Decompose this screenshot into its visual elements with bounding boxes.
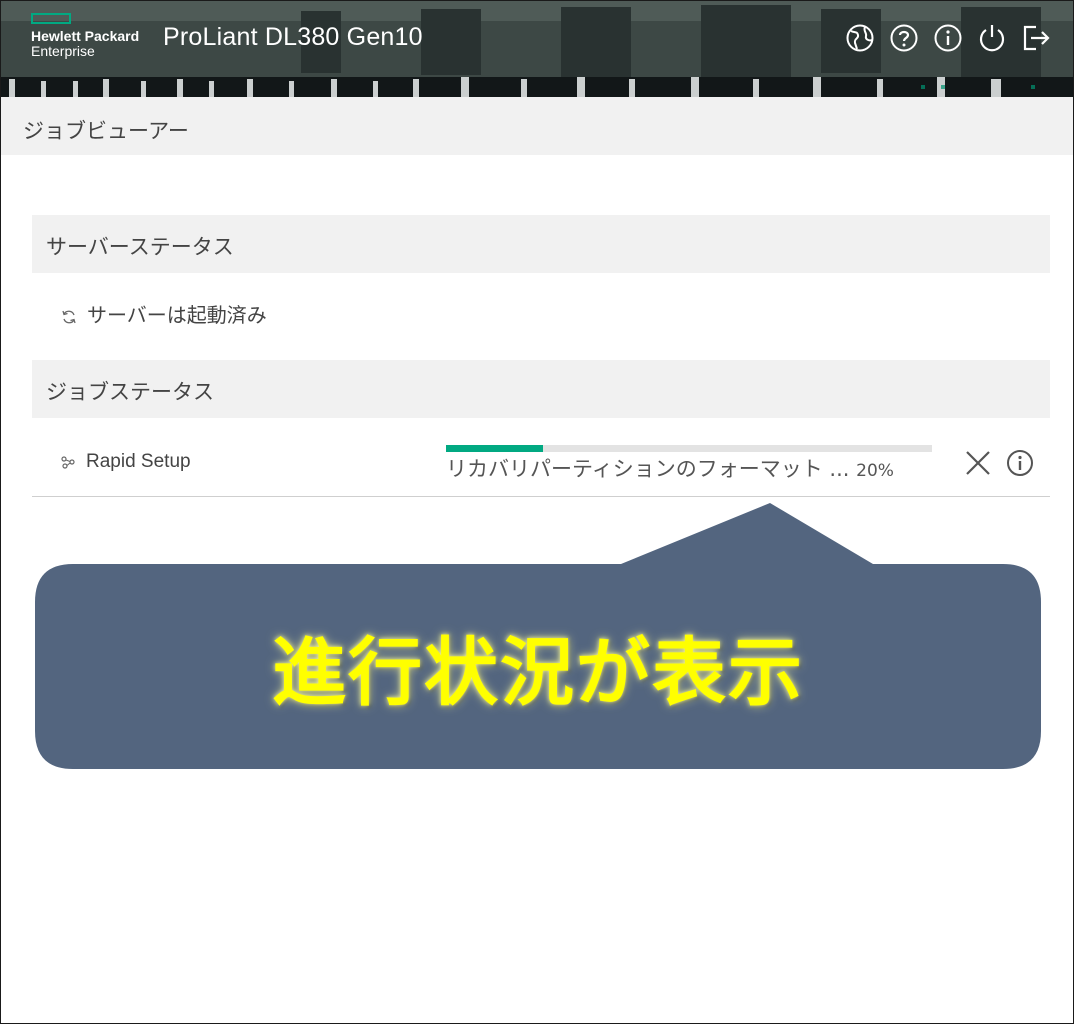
info-icon[interactable] (933, 23, 963, 53)
hpe-logo: Hewlett Packard Enterprise (31, 13, 139, 59)
brand-name-line1: Hewlett Packard (31, 28, 140, 44)
page-title-bar: ジョブビューアー (1, 97, 1073, 155)
job-row: Rapid Setup リカバリパーティションのフォーマット ... 20% (32, 431, 1050, 497)
nodes-icon (61, 456, 75, 469)
header-toolbar (845, 23, 1051, 53)
page-title: ジョブビューアー (23, 119, 189, 143)
refresh-icon (62, 310, 76, 323)
job-progress-label: リカバリパーティションのフォーマット ... (446, 457, 850, 481)
server-status-row: サーバーは起動済み (61, 299, 267, 328)
job-progress-fill (446, 445, 544, 452)
server-status-title: サーバーステータス (46, 235, 234, 259)
callout-text: 進行状況が表示 (272, 630, 804, 716)
help-icon[interactable] (889, 23, 919, 53)
brand-name-line2: Enterprise (31, 43, 95, 59)
server-status-header: サーバーステータス (32, 215, 1050, 273)
product-title: ProLiant DL380 Gen10 (163, 23, 423, 51)
job-info-icon[interactable] (1006, 449, 1034, 477)
cancel-icon[interactable] (964, 449, 992, 477)
job-name-label: Rapid Setup (86, 451, 191, 472)
app-header: Hewlett Packard Enterprise ProLiant DL38… (1, 1, 1073, 97)
server-status-text: サーバーは起動済み (87, 303, 267, 327)
power-icon[interactable] (977, 23, 1007, 53)
hpe-logo-mark (31, 13, 71, 24)
job-progress-bar (446, 445, 932, 452)
logout-icon[interactable] (1021, 23, 1051, 53)
job-progress-text: リカバリパーティションのフォーマット ... 20% (446, 453, 894, 483)
job-status-title: ジョブステータス (46, 380, 214, 404)
job-name: Rapid Setup (60, 451, 191, 473)
app-window: Hewlett Packard Enterprise ProLiant DL38… (0, 0, 1074, 1024)
job-progress-percent: 20% (856, 461, 894, 481)
job-status-header: ジョブステータス (32, 360, 1050, 418)
globe-icon[interactable] (845, 23, 875, 53)
